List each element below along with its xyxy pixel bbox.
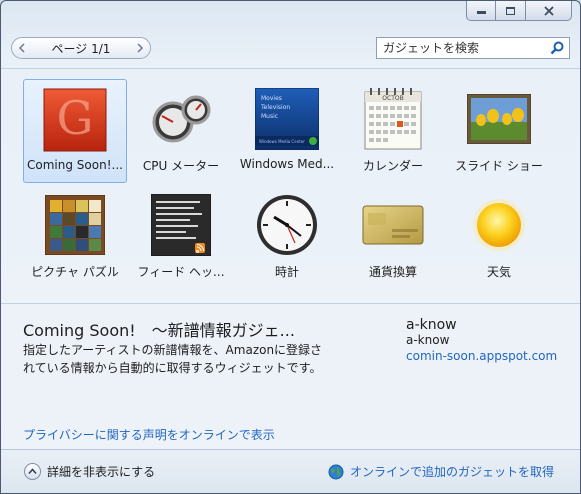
minimize-button[interactable] [466,1,496,21]
media-center-icon: Movies Television Music Windows Media Ce… [252,85,322,153]
close-icon [543,5,554,16]
get-more-gadgets-label: オンラインで追加のガジェットを取得 [349,465,554,479]
gadget-title: Coming Soon! ～新譜情報ガジェ... [23,321,295,340]
gadget-tile-currency[interactable]: 通貨換算 [341,185,445,289]
author-name: a-know [406,317,457,333]
gadget-tile-calendar[interactable]: OCTOB カレンダー [341,79,445,183]
gadget-tile-picture-puzzle[interactable]: ピクチャ パズル [23,185,127,289]
search-icon [550,41,564,55]
coming-soon-icon: G [40,86,110,154]
gadget-tile-feed-headlines[interactable]: フィード ヘッ... [129,185,233,289]
maximize-button[interactable] [496,1,526,21]
gadget-label: 天気 [486,265,511,279]
gadget-tile-cpu-meter[interactable]: CPU メーター [129,79,233,183]
chevron-right-icon [137,43,144,53]
chevron-up-icon [24,463,41,480]
gadget-label: Windows Med... [239,157,335,171]
gadget-tile-weather[interactable]: 天気 [447,185,551,289]
media-center-text-2: Television [260,104,290,111]
media-center-text-3: Music [261,113,278,120]
get-more-gadgets-link[interactable]: オンラインで追加のガジェットを取得 [328,463,554,480]
search-box [376,37,570,59]
feed-headlines-icon [146,191,216,259]
hide-details-toggle[interactable]: 詳細を非表示にする [24,463,155,480]
footer-bar: 詳細を非表示にする オンラインで追加のガジェットを取得 [1,449,580,493]
close-button[interactable] [526,1,572,21]
gadget-label: 通貨換算 [368,265,417,279]
gadget-label: 時計 [274,265,299,279]
previous-page-button[interactable] [13,39,31,57]
caption-buttons [466,1,572,21]
gadget-label: CPU メーター [142,159,220,173]
maximize-icon [506,6,515,15]
slideshow-icon [464,85,534,153]
gadget-label: フィード ヘッ... [137,265,225,279]
minimize-icon [476,11,486,14]
gadget-tile-media-center[interactable]: Movies Television Music Windows Media Ce… [235,79,339,183]
cpu-meter-icon [146,85,216,153]
hide-details-label: 詳細を非表示にする [47,465,156,479]
page-navigator: ページ 1/1 [11,37,151,59]
gadget-gallery-window: ページ 1/1 G Coming Soon!... [0,0,581,494]
author-link[interactable]: comin-soon.appspot.com [406,349,557,363]
gadget-tile-slideshow[interactable]: スライド ショー [447,79,551,183]
divider [1,68,580,69]
calendar-icon: OCTOB [358,85,428,153]
gadget-label: Coming Soon!... [27,158,123,172]
divider [1,303,580,304]
media-center-text-4: Windows Media Center [259,139,305,144]
search-button[interactable] [545,38,569,58]
currency-icon [358,191,428,259]
gadget-tile-clock[interactable]: 時計 [235,185,339,289]
gadget-label: スライド ショー [455,159,543,173]
calendar-month: OCTOB [382,95,403,102]
page-label: ページ 1/1 [51,41,111,56]
gadget-tile-coming-soon[interactable]: G Coming Soon!... [23,79,127,183]
gadget-label: ピクチャ パズル [31,265,119,279]
globe-icon [328,464,344,479]
weather-icon [464,191,534,259]
picture-puzzle-icon [40,191,110,259]
chevron-left-icon [18,43,25,53]
gadget-label: カレンダー [362,159,423,173]
media-center-text-1: Movies [261,95,282,102]
search-input[interactable] [377,38,545,58]
toolbar: ページ 1/1 [1,37,580,61]
next-page-button[interactable] [131,39,149,57]
clock-icon [252,191,322,259]
privacy-link[interactable]: プライバシーに関する声明をオンラインで表示 [23,426,275,443]
gadget-description: 指定したアーティストの新譜情報を、Amazonに登録されている情報から自動的に取… [23,343,323,375]
publisher-name: a-know [406,333,450,347]
svg-text:G: G [57,91,94,145]
